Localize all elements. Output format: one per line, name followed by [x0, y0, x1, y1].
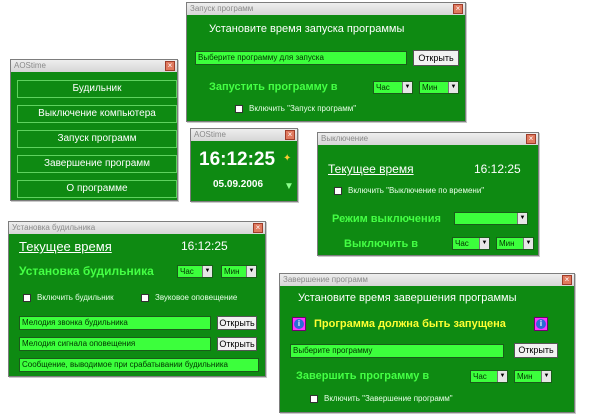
window-title: Завершение программ — [283, 275, 368, 284]
close-icon[interactable]: × — [285, 130, 295, 140]
terminate-end-label: Завершить программу в — [296, 370, 430, 382]
chevron-down-icon: ▼ — [517, 213, 527, 224]
shutdown-mode-select[interactable]: ▼ — [454, 212, 528, 225]
launch-window: Запуск программ × Установите время запуск… — [186, 2, 466, 122]
alarm-enable-checkbox[interactable] — [23, 294, 31, 302]
alarm-window: Установка будильника × Текущее время 16:1… — [8, 221, 266, 377]
clock-titlebar[interactable]: AOStime × — [191, 129, 297, 141]
terminate-hour-select[interactable]: Час ▼ — [470, 370, 508, 383]
info-icon: i — [292, 317, 306, 331]
alarm-melody-field[interactable]: Мелодия звонка будильника — [19, 316, 211, 330]
alarm-hour-select[interactable]: Час ▼ — [177, 265, 213, 278]
alarm-current-label: Текущее время — [19, 239, 112, 254]
close-icon[interactable]: × — [165, 61, 175, 71]
select-value: Мин — [517, 372, 533, 381]
select-value: Час — [180, 267, 194, 276]
terminate-program-field[interactable]: Выберите программу — [290, 344, 504, 358]
shutdown-mode-label: Режим выключения — [332, 213, 441, 225]
main-menu-window: AOStime × Будильник Выключение компьютера… — [10, 59, 178, 201]
alarm-melody-open-button[interactable]: Открыть — [217, 316, 257, 330]
select-value: Час — [376, 83, 390, 92]
info-glyph-icon: i — [294, 319, 304, 329]
chevron-down-icon: ▼ — [246, 266, 256, 277]
chevron-down-icon: ▼ — [523, 238, 533, 249]
info-icon: i — [534, 317, 548, 331]
alarm-set-label: Установка будильника — [19, 264, 154, 278]
close-icon[interactable]: × — [526, 134, 536, 144]
launch-heading: Установите время запуска программы — [209, 23, 405, 35]
shutdown-off-label: Выключить в — [344, 238, 419, 250]
select-value: Мин — [499, 239, 515, 248]
chevron-down-icon: ▼ — [448, 82, 458, 93]
terminate-titlebar[interactable]: Завершение программ × — [280, 274, 574, 286]
terminate-enable-label: Включить "Завершение программ" — [324, 394, 453, 403]
close-icon[interactable]: × — [453, 4, 463, 14]
alarm-enable-label: Включить будильник — [37, 293, 114, 302]
chevron-down-icon: ▼ — [541, 371, 551, 382]
arrow-down-icon[interactable]: ▼ — [284, 181, 294, 192]
shutdown-titlebar[interactable]: Выключение × — [318, 133, 538, 145]
terminate-menu-button[interactable]: Завершение программ — [17, 155, 177, 173]
clock-time: 16:12:25 — [199, 149, 276, 170]
shutdown-hour-select[interactable]: Час ▼ — [452, 237, 490, 250]
alarm-titlebar[interactable]: Установка будильника × — [9, 222, 265, 234]
chevron-down-icon: ▼ — [202, 266, 212, 277]
alarm-signal-open-button[interactable]: Открыть — [217, 337, 257, 351]
terminate-minute-select[interactable]: Мин ▼ — [514, 370, 552, 383]
shutdown-minute-select[interactable]: Мин ▼ — [496, 237, 534, 250]
alarm-voice-checkbox[interactable] — [141, 294, 149, 302]
chevron-down-icon: ▼ — [402, 82, 412, 93]
terminate-window: Завершение программ × Установите время за… — [279, 273, 575, 413]
alarm-current-time: 16:12:25 — [181, 239, 228, 253]
window-title: AOStime — [194, 130, 227, 139]
close-icon[interactable]: × — [562, 275, 572, 285]
select-value: Мин — [422, 83, 438, 92]
chevron-down-icon: ▼ — [497, 371, 507, 382]
terminate-open-button[interactable]: Открыть — [514, 343, 558, 358]
shutdown-current-time: 16:12:25 — [474, 162, 521, 176]
alarm-minute-select[interactable]: Мин ▼ — [221, 265, 257, 278]
launch-run-label: Запустить программу в — [209, 81, 338, 93]
terminate-warning: Программа должна быть запущена — [314, 318, 506, 330]
about-menu-button[interactable]: О программе — [17, 180, 177, 198]
window-title: AOStime — [14, 61, 47, 70]
clock-window: AOStime × 16:12:25 05.09.2006 ✦ ▼ — [190, 128, 298, 202]
shutdown-window: Выключение × Текущее время 16:12:25 Включ… — [317, 132, 539, 256]
shutdown-menu-button[interactable]: Выключение компьютера — [17, 105, 177, 123]
terminate-enable-checkbox[interactable] — [310, 395, 318, 403]
terminate-heading: Установите время завершения программы — [298, 292, 517, 304]
launch-program-field[interactable]: Выберите программу для запуска — [195, 51, 407, 65]
alarm-signal-field[interactable]: Мелодия сигнала оповещения — [19, 337, 211, 351]
clock-date: 05.09.2006 — [213, 179, 264, 190]
alarm-menu-button[interactable]: Будильник — [17, 80, 177, 98]
select-value: Час — [473, 372, 487, 381]
window-title: Запуск программ — [190, 4, 254, 13]
alarm-voice-label: Звуковое оповещение — [155, 293, 238, 302]
main-menu-titlebar[interactable]: AOStime × — [11, 60, 177, 72]
launch-enable-checkbox[interactable] — [235, 105, 243, 113]
info-glyph-icon: i — [536, 319, 546, 329]
alarm-message-field[interactable]: Сообщение, выводимое при срабатывании бу… — [19, 358, 259, 372]
shutdown-enable-checkbox[interactable] — [334, 187, 342, 195]
launch-open-button[interactable]: Открыть — [413, 50, 459, 66]
launch-hour-select[interactable]: Час ▼ — [373, 81, 413, 94]
close-icon[interactable]: × — [253, 223, 263, 233]
shutdown-current-label: Текущее время — [328, 162, 414, 176]
select-value: Час — [455, 239, 469, 248]
chevron-down-icon: ▼ — [479, 238, 489, 249]
bell-icon[interactable]: ✦ — [283, 153, 291, 164]
launch-titlebar[interactable]: Запуск программ × — [187, 3, 465, 15]
launch-enable-label: Включить "Запуск программ" — [249, 104, 357, 113]
shutdown-enable-label: Включить "Выключение по времени" — [348, 186, 485, 195]
window-title: Выключение — [321, 134, 369, 143]
launch-minute-select[interactable]: Мин ▼ — [419, 81, 459, 94]
window-title: Установка будильника — [12, 223, 96, 232]
select-value: Мин — [224, 267, 240, 276]
launch-menu-button[interactable]: Запуск программ — [17, 130, 177, 148]
